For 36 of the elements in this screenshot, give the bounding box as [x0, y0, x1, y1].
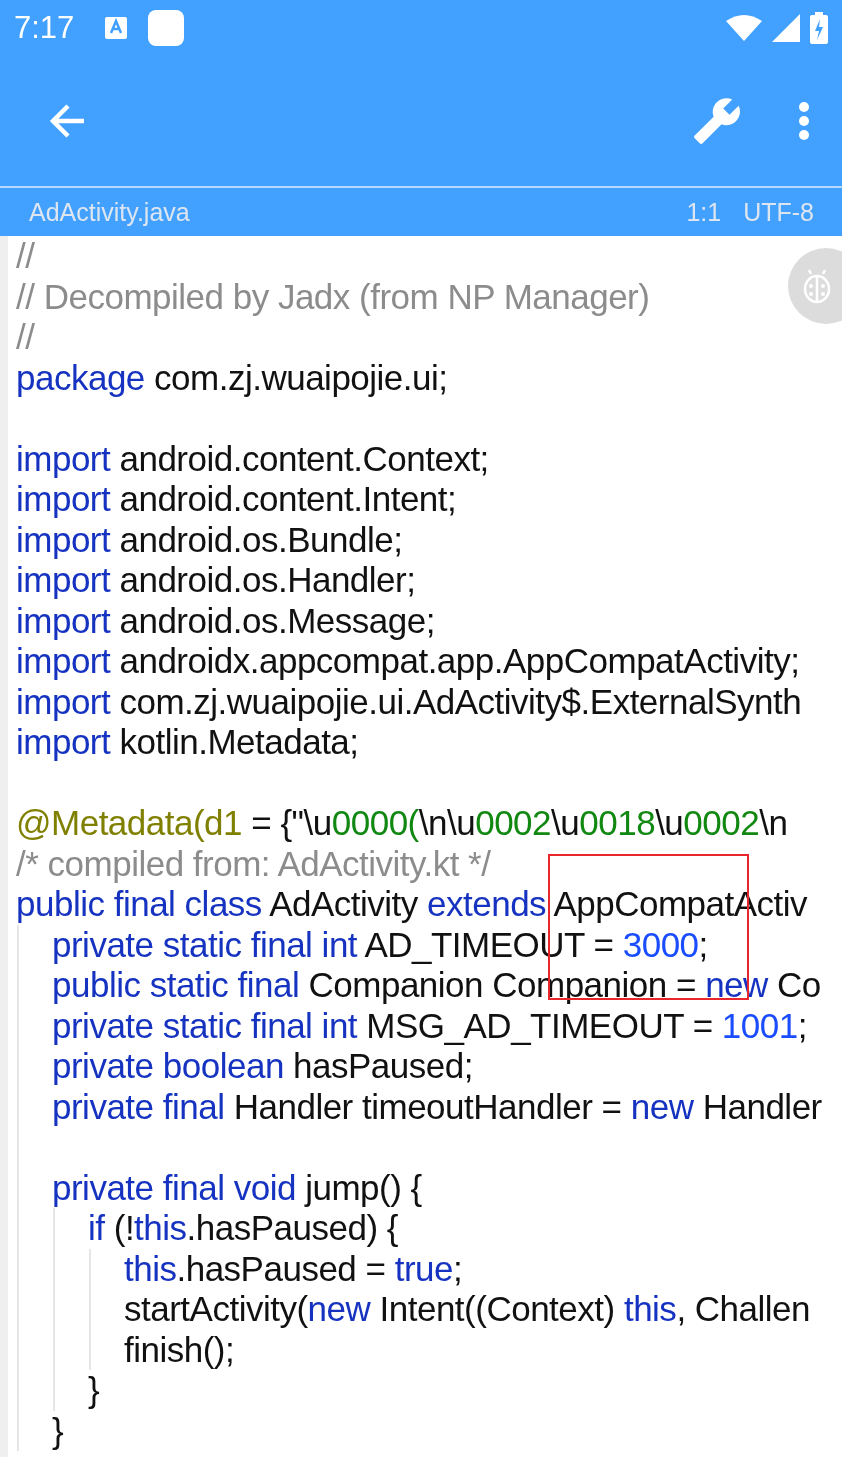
- code-line: import android.os.Bundle;: [16, 519, 403, 560]
- keyboard-notification-icon: [104, 16, 129, 40]
- code-line: private final Handler timeoutHandler = new Handler: [52, 1086, 822, 1127]
- signal-icon: [772, 14, 800, 42]
- code-line: // Decompiled by Jadx (from NP Manager): [16, 276, 650, 317]
- wifi-icon: [726, 15, 762, 41]
- code-line: import android.content.Context;: [16, 438, 489, 479]
- file-encoding: UTF-8: [743, 197, 814, 227]
- cursor-position: 1:1: [686, 197, 722, 227]
- more-vertical-icon: [798, 101, 810, 141]
- code-line: private final void jump() {: [52, 1167, 422, 1208]
- code-line: finish();: [124, 1329, 235, 1370]
- code-line: import android.os.Message;: [16, 600, 435, 641]
- file-name: AdActivity.java: [29, 197, 190, 227]
- code-line: this.hasPaused = true;: [124, 1248, 463, 1289]
- code-line: package com.zj.wuaipojie.ui;: [16, 357, 448, 398]
- code-line: }: [88, 1370, 100, 1411]
- code-line: if (!this.hasPaused) {: [88, 1208, 398, 1249]
- wrench-icon: [692, 96, 742, 146]
- code-line: private boolean hasPaused;: [52, 1046, 473, 1087]
- code-line: import android.content.Intent;: [16, 479, 457, 520]
- code-line: startActivity(new Intent((Context) this, Challen: [124, 1289, 810, 1330]
- ladybug-button[interactable]: [788, 248, 842, 324]
- code-line: import kotlin.Metadata;: [16, 722, 359, 763]
- code-line: import android.os.Handler;: [16, 560, 416, 601]
- code-line: import com.zj.wuaipojie.ui.AdActivity$.ExternalSynth: [16, 681, 802, 722]
- code-line: /* compiled from: AdActivity.kt */: [16, 843, 491, 884]
- code-line: //: [16, 236, 35, 277]
- code-line: import androidx.appcompat.app.AppCompatActivity;: [16, 641, 800, 682]
- code-line: @Metadata(d1 = {"\u0000(\n\u0002\u0018\u0002\n: [16, 803, 788, 844]
- battery-icon: [810, 12, 828, 44]
- code-line: }: [52, 1410, 64, 1451]
- status-time: 7:17: [14, 10, 75, 46]
- code-line: //: [16, 317, 35, 358]
- code-line: private static final int MSG_AD_TIMEOUT = 1001;: [52, 1005, 807, 1046]
- notification-icon: [148, 10, 185, 46]
